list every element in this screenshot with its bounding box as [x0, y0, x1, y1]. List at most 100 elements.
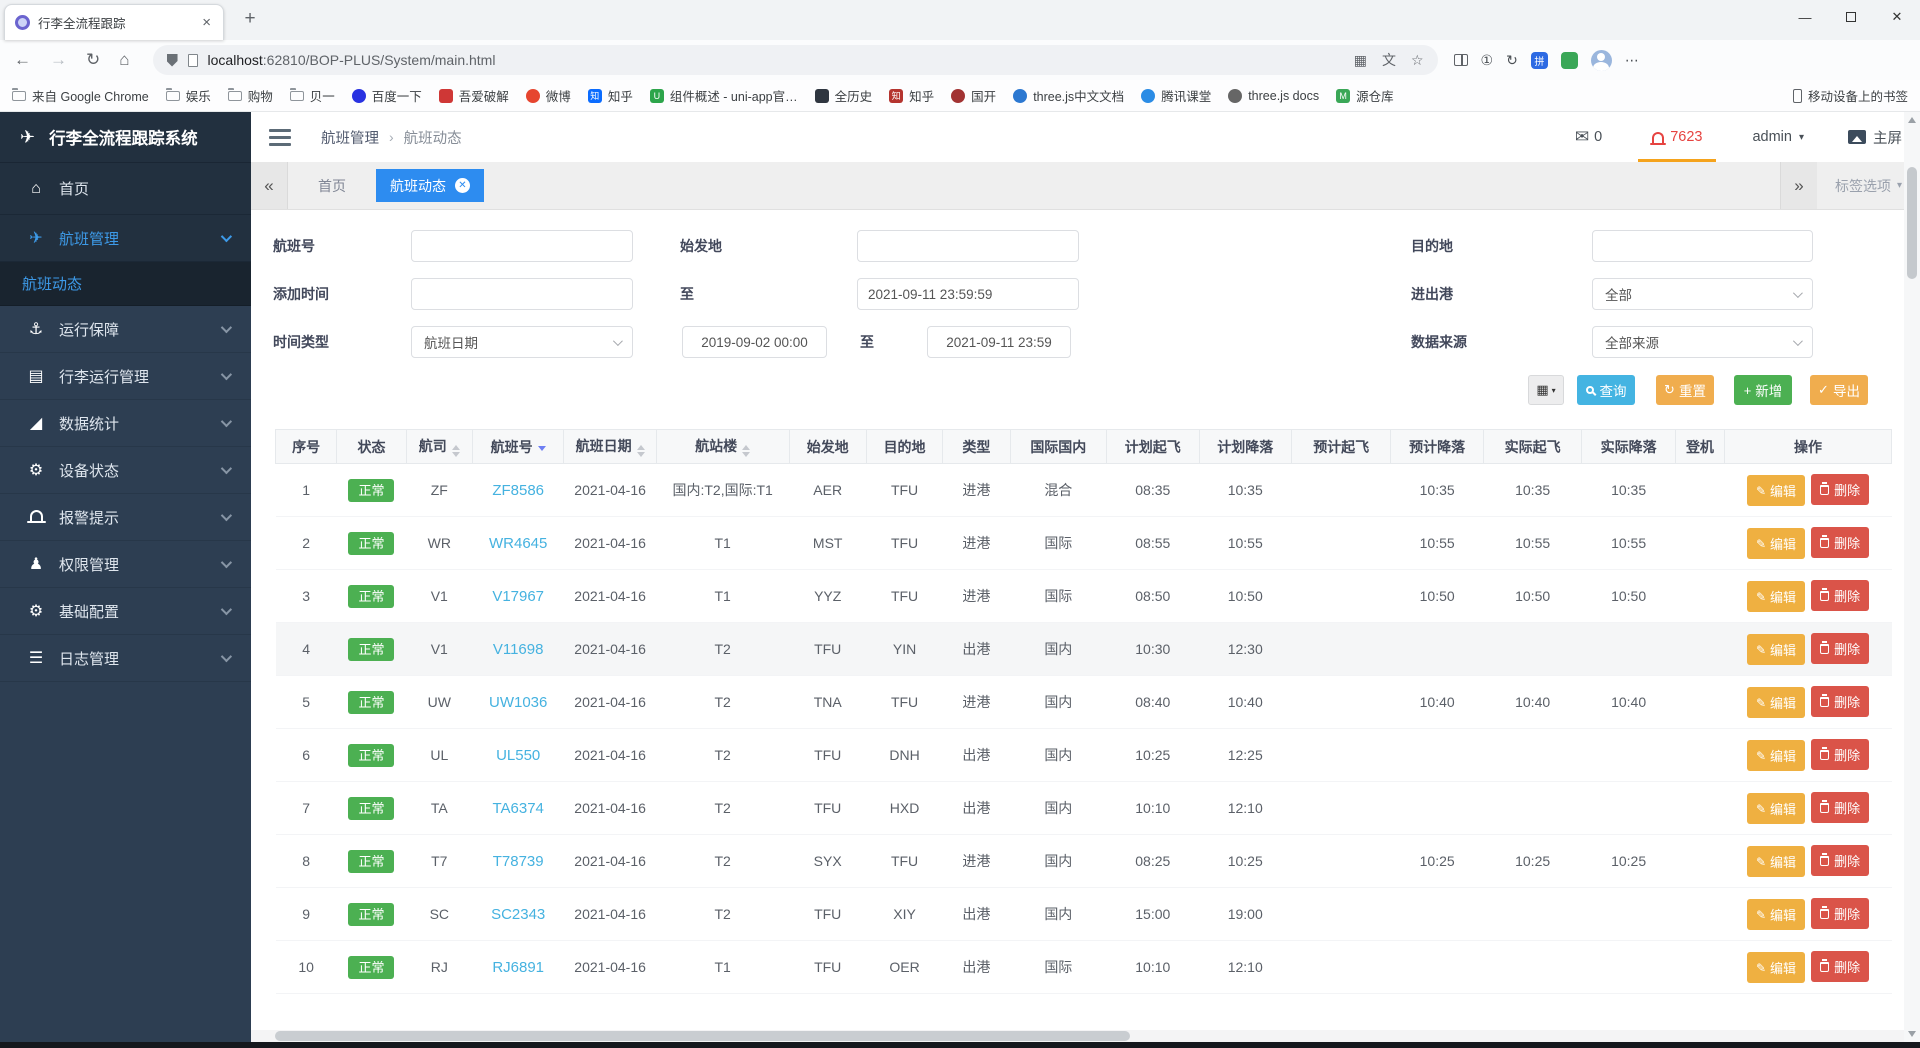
column-header[interactable]: 航司 — [406, 430, 472, 464]
messages-button[interactable]: ✉ 0 — [1575, 112, 1602, 162]
new-tab-button[interactable]: + — [238, 8, 262, 30]
tabs-scroll-right-button[interactable]: » — [1780, 162, 1817, 209]
edit-button[interactable]: ✎编辑 — [1747, 634, 1805, 665]
flight-link[interactable]: UL550 — [496, 747, 540, 764]
scroll-up-icon[interactable] — [1904, 112, 1920, 128]
sort-carets-icon[interactable] — [538, 446, 546, 451]
mobile-bookmarks[interactable]: 移动设备上的书签 — [1793, 86, 1908, 105]
flight-link[interactable]: ZF8586 — [492, 482, 544, 499]
sort-carets-icon[interactable] — [637, 445, 645, 457]
scroll-down-icon[interactable] — [1904, 1026, 1920, 1042]
tab-home[interactable]: 首页 — [300, 169, 364, 202]
edit-button[interactable]: ✎编辑 — [1747, 581, 1805, 612]
bookmark-item[interactable]: 全历史 — [815, 86, 873, 105]
url-field[interactable]: localhost:62810/BOP-PLUS/System/main.htm… — [153, 45, 1438, 75]
bookmark-item[interactable]: 知知乎 — [588, 86, 633, 105]
delete-button[interactable]: 删除 — [1811, 474, 1869, 505]
edit-button[interactable]: ✎编辑 — [1747, 793, 1805, 824]
sidebar-item-home[interactable]: ⌂首页 — [0, 163, 251, 215]
inout-select[interactable]: 全部 — [1592, 278, 1813, 310]
tab-flight-dynamics[interactable]: 航班动态 ✕ — [376, 169, 484, 202]
main-screen-button[interactable]: 主屏 — [1848, 112, 1902, 162]
delete-button[interactable]: 删除 — [1811, 633, 1869, 664]
bookmark-item[interactable]: 腾讯课堂 — [1141, 86, 1211, 105]
sort-carets-icon[interactable] — [452, 445, 460, 457]
delete-button[interactable]: 删除 — [1811, 527, 1869, 558]
flight-link[interactable]: WR4645 — [489, 535, 547, 552]
bookmark-item[interactable]: M源仓库 — [1336, 86, 1394, 105]
delete-button[interactable]: 删除 — [1811, 792, 1869, 823]
tabs-scroll-left-button[interactable]: « — [251, 162, 288, 209]
flight-link[interactable]: V11698 — [493, 641, 544, 658]
export-button[interactable]: ✓导出 — [1810, 375, 1868, 405]
history-arrow-icon[interactable]: ↻ — [1506, 52, 1518, 69]
edit-button[interactable]: ✎编辑 — [1747, 846, 1805, 877]
translate-extension-icon[interactable]: 拼 — [1531, 52, 1548, 69]
minimize-button[interactable]: — — [1782, 0, 1828, 34]
home-icon[interactable]: ⌂ — [119, 50, 129, 70]
sidebar-item-flight-mgmt[interactable]: ✈航班管理 — [0, 215, 251, 262]
hamburger-menu-button[interactable] — [269, 129, 291, 146]
flight-no-input[interactable] — [411, 230, 633, 262]
bookmark-star-icon[interactable]: ☆ — [1411, 52, 1424, 69]
delete-button[interactable]: 删除 — [1811, 686, 1869, 717]
edit-button[interactable]: ✎编辑 — [1747, 687, 1805, 718]
bookmark-item[interactable]: 吾爱破解 — [439, 86, 509, 105]
flight-link[interactable]: TA6374 — [492, 800, 543, 817]
sidebar-item-log-mgmt[interactable]: ☰日志管理 — [0, 635, 251, 682]
sidebar-subitem-flight-dynamics[interactable]: 航班动态 — [0, 262, 251, 306]
bookmark-item[interactable]: 娱乐 — [166, 86, 211, 105]
column-layout-button[interactable]: ▦▾ — [1528, 375, 1564, 405]
sidebar-item-permissions[interactable]: ♟权限管理 — [0, 541, 251, 588]
bookmark-item[interactable]: three.js中文文档 — [1013, 86, 1124, 105]
origin-input[interactable] — [857, 230, 1079, 262]
delete-button[interactable]: 删除 — [1811, 580, 1869, 611]
browser-menu-icon[interactable]: ⋯ — [1625, 52, 1639, 69]
vertical-scrollbar-thumb[interactable] — [1907, 167, 1917, 279]
edit-button[interactable]: ✎编辑 — [1747, 899, 1805, 930]
shield-icon[interactable] — [167, 54, 178, 67]
sidebar-panel-icon[interactable] — [1454, 54, 1468, 66]
bookmark-item[interactable]: three.js docs — [1228, 89, 1319, 103]
sort-carets-icon[interactable] — [742, 445, 750, 457]
back-icon[interactable]: ← — [14, 50, 31, 70]
edit-button[interactable]: ✎编辑 — [1747, 475, 1805, 506]
add-time-end-input[interactable] — [857, 278, 1079, 310]
refresh-icon[interactable]: ↻ — [86, 50, 100, 70]
sidebar-item-data-stats[interactable]: ◢数据统计 — [0, 400, 251, 447]
horizontal-scrollbar-thumb[interactable] — [275, 1031, 1130, 1041]
reset-button[interactable]: ↻重置 — [1656, 375, 1714, 405]
delete-button[interactable]: 删除 — [1811, 951, 1869, 982]
sidebar-item-operation-support[interactable]: ⚓运行保障 — [0, 306, 251, 353]
column-header[interactable]: 航班号 — [472, 430, 563, 464]
vertical-scrollbar[interactable] — [1904, 112, 1920, 1042]
horizontal-scrollbar[interactable] — [251, 1030, 1904, 1042]
flight-link[interactable]: UW1036 — [489, 694, 547, 711]
sidebar-item-baggage-ops[interactable]: ▤行李运行管理 — [0, 353, 251, 400]
sidebar-item-base-config[interactable]: ⚙基础配置 — [0, 588, 251, 635]
breadcrumb-parent[interactable]: 航班管理 — [321, 127, 379, 148]
tab-close-icon[interactable]: ✕ — [455, 178, 470, 193]
bookmark-item[interactable]: U组件概述 - uni-app官… — [650, 86, 798, 105]
sidebar-item-alarm[interactable]: 报警提示 — [0, 494, 251, 541]
tab-close-icon[interactable]: × — [200, 14, 213, 31]
edit-button[interactable]: ✎编辑 — [1747, 952, 1805, 983]
search-button[interactable]: 查询 — [1577, 375, 1635, 405]
delete-button[interactable]: 删除 — [1811, 845, 1869, 876]
browser-tab[interactable]: 行李全流程跟踪 × — [4, 4, 224, 40]
bookmark-item[interactable]: 国开 — [951, 86, 996, 105]
bookmark-item[interactable]: 购物 — [228, 86, 273, 105]
translate-icon[interactable]: 文 — [1382, 50, 1396, 70]
dest-input[interactable] — [1592, 230, 1813, 262]
bookmark-item[interactable]: 微博 — [526, 86, 571, 105]
close-button[interactable]: ✕ — [1874, 0, 1920, 34]
bookmark-item[interactable]: 百度一下 — [352, 86, 422, 105]
flight-link[interactable]: SC2343 — [491, 906, 545, 923]
bento-icon[interactable]: ▦ — [1354, 52, 1367, 69]
maximize-button[interactable] — [1828, 0, 1874, 34]
user-menu[interactable]: admin ▾ — [1752, 112, 1804, 162]
flight-link[interactable]: T78739 — [493, 853, 544, 870]
source-select[interactable]: 全部来源 — [1592, 326, 1813, 358]
column-header[interactable]: 航站楼 — [656, 430, 789, 464]
add-time-input[interactable] — [411, 278, 633, 310]
